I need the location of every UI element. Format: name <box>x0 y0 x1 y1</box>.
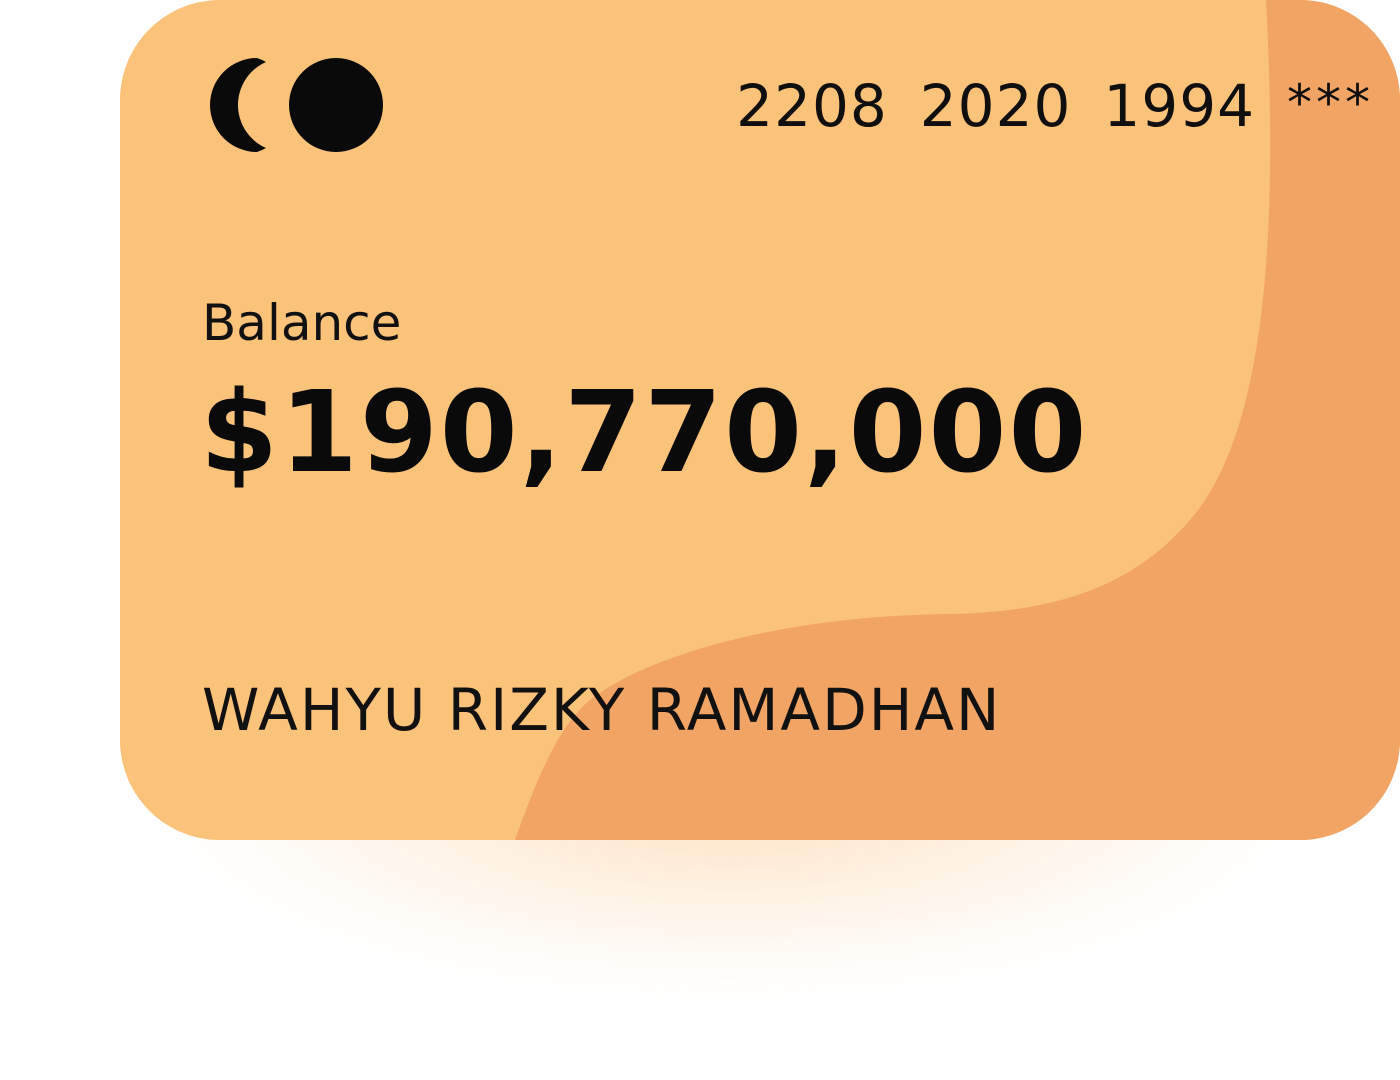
cardholder-name: WAHYU RIZKY RAMADHAN <box>202 676 1002 744</box>
credit-card[interactable]: 2208 2020 1994 *** Balance $190,770,000 … <box>120 0 1400 840</box>
screen: 2208 2020 1994 *** Balance $190,770,000 … <box>0 0 1400 1080</box>
right-circle <box>289 58 383 152</box>
card-number: 2208 2020 1994 *** <box>736 72 1374 140</box>
card-number-group-1: 2208 <box>736 72 888 140</box>
card-number-group-2: 2020 <box>919 72 1072 140</box>
card-number-masked: *** <box>1287 74 1374 132</box>
dual-circle-card-logo-icon <box>210 58 383 152</box>
balance-label: Balance <box>202 294 402 352</box>
left-crescent <box>210 58 266 152</box>
card-number-group-3: 1994 <box>1103 72 1255 140</box>
balance-amount: $190,770,000 <box>200 368 1089 498</box>
